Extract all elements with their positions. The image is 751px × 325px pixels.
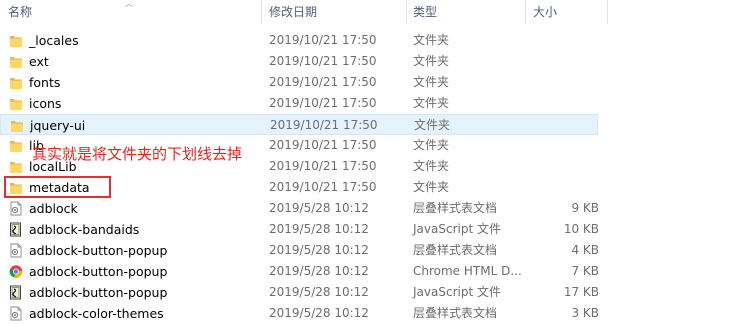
js-file-icon	[9, 285, 23, 300]
folder-icon	[9, 96, 23, 111]
sort-ascending-icon: ︿	[125, 0, 133, 8]
file-size: 4 KB	[571, 243, 599, 257]
file-row[interactable]: icons 2019/10/21 17:50 文件夹	[0, 93, 751, 114]
folder-icon	[9, 159, 23, 174]
file-type: 文件夹	[413, 180, 450, 194]
file-row[interactable]: jquery-ui 2019/10/21 17:50 文件夹	[0, 114, 598, 135]
file-date-modified: 2019/10/21 17:50	[269, 159, 377, 173]
column-header-bar: 名称 ︿ 修改日期 类型 大小	[0, 0, 751, 24]
file-name: adblock-color-themes	[29, 306, 164, 321]
folder-icon	[9, 75, 23, 90]
css-file-icon	[9, 306, 23, 321]
file-date-modified: 2019/10/21 17:50	[270, 118, 378, 132]
file-row[interactable]: adblock-button-popup 2019/5/28 10:12 Chrom…	[0, 261, 751, 282]
file-type: 层叠样式表文档	[413, 201, 498, 215]
file-size: 9 KB	[571, 201, 599, 215]
file-name: adblock-bandaids	[29, 222, 140, 237]
file-name: _locales	[29, 33, 79, 48]
file-row[interactable]: metadata 2019/10/21 17:50 文件夹	[0, 177, 751, 198]
js-file-icon	[9, 222, 23, 237]
file-date-modified: 2019/10/21 17:50	[269, 138, 377, 152]
file-size: 7 KB	[571, 264, 599, 278]
file-type: 文件夹	[413, 96, 450, 110]
file-type: 文件夹	[413, 33, 450, 47]
file-size: 17 KB	[563, 285, 599, 299]
file-date-modified: 2019/10/21 17:50	[269, 54, 377, 68]
annotation-highlight-box	[4, 176, 111, 198]
file-size	[530, 135, 599, 156]
file-size: 10 KB	[563, 222, 599, 236]
column-divider[interactable]	[525, 0, 526, 24]
column-header-size[interactable]: 大小	[527, 0, 607, 24]
file-type: 层叠样式表文档	[413, 243, 498, 257]
file-size: 3 KB	[571, 306, 599, 320]
file-row[interactable]: adblock-color-themes 2019/5/28 10:12 层叠样式表…	[0, 303, 751, 324]
file-row[interactable]: adblock-bandaids 2019/5/28 10:12 JavaScrip…	[0, 219, 751, 240]
file-name: jquery-ui	[30, 118, 86, 133]
file-row[interactable]: _locales 2019/10/21 17:50 文件夹	[0, 30, 751, 51]
file-name: adblock-button-popup	[29, 243, 168, 258]
file-name: adblock-button-popup	[29, 264, 168, 279]
file-size	[530, 156, 599, 177]
file-name: fonts	[29, 75, 61, 90]
css-file-icon	[9, 243, 23, 258]
file-type: 文件夹	[413, 138, 450, 152]
file-date-modified: 2019/5/28 10:12	[269, 222, 369, 236]
file-type: 文件夹	[413, 75, 450, 89]
css-file-icon	[9, 201, 23, 216]
file-row[interactable]: ext 2019/10/21 17:50 文件夹	[0, 51, 751, 72]
file-type: 文件夹	[413, 159, 450, 173]
file-date-modified: 2019/10/21 17:50	[269, 96, 377, 110]
file-size	[530, 93, 599, 114]
file-size	[530, 72, 599, 93]
file-date-modified: 2019/5/28 10:12	[269, 285, 369, 299]
file-date-modified: 2019/5/28 10:12	[269, 306, 369, 320]
column-divider[interactable]	[261, 0, 262, 24]
column-header-date-modified[interactable]: 修改日期	[263, 0, 405, 24]
column-header-type[interactable]: 类型	[407, 0, 525, 24]
file-row[interactable]: adblock-button-popup 2019/5/28 10:12 JavaS…	[0, 282, 751, 303]
file-size	[530, 177, 599, 198]
file-date-modified: 2019/10/21 17:50	[269, 180, 377, 194]
file-row[interactable]: fonts 2019/10/21 17:50 文件夹	[0, 72, 751, 93]
folder-icon	[9, 54, 23, 69]
file-size	[530, 30, 599, 51]
file-date-modified: 2019/5/28 10:12	[269, 201, 369, 215]
file-row[interactable]: adblock 2019/5/28 10:12 层叠样式表文档 9 KB	[0, 198, 751, 219]
file-name: adblock	[29, 201, 78, 216]
column-divider[interactable]	[607, 0, 608, 24]
file-type: JavaScript 文件	[413, 285, 501, 299]
file-name: adblock-button-popup	[29, 285, 168, 300]
file-type: 文件夹	[413, 54, 450, 68]
folder-icon	[9, 138, 23, 153]
file-date-modified: 2019/10/21 17:50	[269, 75, 377, 89]
file-type: Chrome HTML D...	[413, 264, 522, 278]
file-size	[531, 115, 600, 136]
folder-icon	[10, 118, 24, 133]
file-row[interactable]: adblock-button-popup 2019/5/28 10:12 层叠样式表…	[0, 240, 751, 261]
folder-icon	[9, 33, 23, 48]
file-name: icons	[29, 96, 62, 111]
file-date-modified: 2019/5/28 10:12	[269, 243, 369, 257]
file-size	[530, 51, 599, 72]
file-type: 层叠样式表文档	[413, 306, 498, 320]
chrome-html-icon	[9, 264, 23, 279]
file-name: ext	[29, 54, 49, 69]
file-date-modified: 2019/5/28 10:12	[269, 264, 369, 278]
annotation-text: 其实就是将文件夹的下划线去掉	[32, 145, 243, 163]
file-date-modified: 2019/10/21 17:50	[269, 33, 377, 47]
file-type: JavaScript 文件	[413, 222, 501, 236]
file-type: 文件夹	[414, 118, 451, 132]
